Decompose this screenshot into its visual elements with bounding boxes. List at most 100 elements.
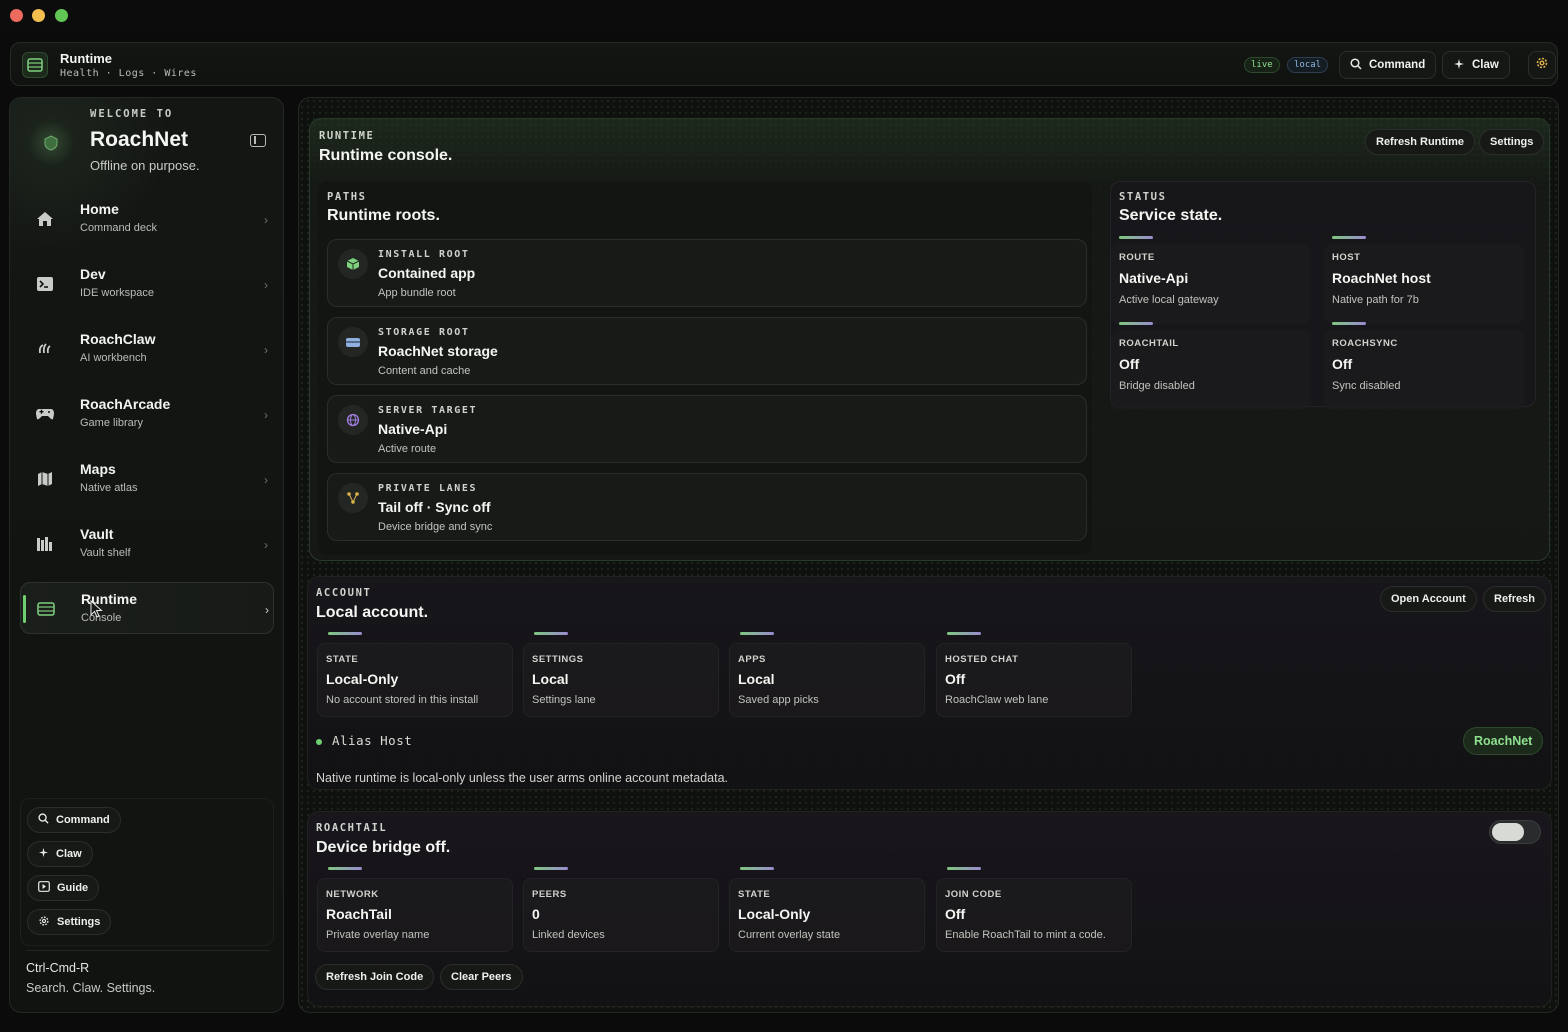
- roachtail-toggle[interactable]: [1489, 820, 1541, 844]
- account-card-state: STATE Local-Only No account stored in th…: [317, 632, 513, 717]
- runtime-title: Runtime console.: [319, 147, 453, 164]
- path-row-server-target[interactable]: SERVER TARGET Native-Api Active route: [327, 395, 1087, 463]
- open-account-button[interactable]: Open Account: [1380, 586, 1477, 612]
- path-eyebrow: PRIVATE LANES: [378, 483, 478, 494]
- quick-command-button[interactable]: Command: [27, 807, 121, 833]
- path-value: Tail off · Sync off: [378, 499, 491, 515]
- settings-button[interactable]: [1528, 51, 1556, 79]
- command-button-label: Command: [1369, 59, 1426, 71]
- sidebar-item-home[interactable]: Home Command deck ›: [20, 193, 274, 245]
- accent-bar: [1119, 322, 1153, 325]
- quick-guide-button[interactable]: Guide: [27, 875, 100, 901]
- sidebar-item-maps[interactable]: Maps Native atlas ›: [20, 453, 274, 505]
- sidebar-item-vault[interactable]: Vault Vault shelf ›: [20, 518, 274, 570]
- server-icon: [35, 598, 57, 620]
- paths-section: PATHS Runtime roots. INSTALL ROOT Contai…: [318, 181, 1092, 555]
- accent-bar: [947, 632, 981, 635]
- accent-bar: [328, 632, 362, 635]
- sparkle-icon: [1453, 58, 1465, 73]
- books-icon: [34, 533, 56, 555]
- brand-tagline: Offline on purpose.: [90, 158, 200, 173]
- claw-icon: [34, 338, 56, 360]
- sidebar-item-roachclaw[interactable]: RoachClaw AI workbench ›: [20, 323, 274, 375]
- accent-bar: [1332, 322, 1366, 325]
- runtime-eyebrow: RUNTIME: [319, 130, 375, 142]
- sidebar-item-dev[interactable]: Dev IDE workspace ›: [20, 258, 274, 310]
- zoom-window-button[interactable]: [55, 9, 68, 22]
- nodes-icon: [338, 483, 368, 513]
- status-title: Service state.: [1119, 207, 1223, 224]
- sidebar-item-sub: Vault shelf: [80, 547, 131, 559]
- alias-host-badge: RoachNet: [1463, 727, 1544, 755]
- account-note: Native runtime is local-only unless the …: [316, 771, 729, 785]
- clear-peers-button[interactable]: Clear Peers: [440, 964, 523, 990]
- account-card-desc: RoachClaw web lane: [945, 694, 1049, 706]
- accent-bar: [947, 867, 981, 870]
- top-header: Runtime Health · Logs · Wires live local…: [10, 42, 1558, 86]
- account-card-value: Off: [945, 671, 966, 687]
- sidebar-item-roacharcade[interactable]: RoachArcade Game library ›: [20, 388, 274, 440]
- divider: [26, 950, 270, 951]
- refresh-runtime-button[interactable]: Refresh Runtime: [1365, 129, 1476, 155]
- account-card-eyebrow: HOSTED CHAT: [945, 654, 1019, 665]
- roachnet-logo: [28, 120, 74, 166]
- close-window-button[interactable]: [10, 9, 23, 22]
- roachtail-card-eyebrow: PEERS: [532, 889, 567, 900]
- status-card-host: HOST RoachNet host Native path for 7b: [1324, 236, 1524, 324]
- accent-bar: [1332, 236, 1366, 239]
- play-icon: [38, 881, 50, 895]
- sidebar-item-label: Home: [80, 201, 119, 217]
- chevron-right-icon: ›: [264, 213, 268, 227]
- hotkey-hint: Search. Claw. Settings.: [26, 981, 156, 995]
- alias-host-label: Alias Host: [332, 733, 413, 748]
- claw-button[interactable]: Claw: [1442, 51, 1510, 79]
- quick-claw-label: Claw: [56, 848, 82, 860]
- path-eyebrow: INSTALL ROOT: [378, 249, 470, 260]
- roachtail-card-value: RoachTail: [326, 906, 392, 922]
- quick-settings-button[interactable]: Settings: [27, 909, 112, 935]
- path-row-install-root[interactable]: INSTALL ROOT Contained app App bundle ro…: [327, 239, 1087, 307]
- quick-guide-label: Guide: [57, 882, 89, 894]
- roachtail-card-value: Off: [945, 906, 966, 922]
- sidebar-item-sub: Command deck: [80, 222, 158, 234]
- account-panel: ACCOUNT Local account. Open Account Refr…: [307, 576, 1552, 790]
- sidebar-item-sub: IDE workspace: [80, 287, 154, 299]
- account-card-desc: Settings lane: [532, 694, 596, 706]
- path-row-private-lanes[interactable]: PRIVATE LANES Tail off · Sync off Device…: [327, 473, 1087, 541]
- runtime-settings-button[interactable]: Settings: [1479, 129, 1545, 155]
- path-desc: Active route: [378, 443, 437, 455]
- runtime-panel: RUNTIME Runtime console. Refresh Runtime…: [309, 118, 1550, 561]
- sidebar-item-runtime[interactable]: Runtime Console ›: [20, 582, 274, 634]
- gear-icon: [38, 915, 50, 930]
- accent-bar: [1119, 236, 1153, 239]
- sidebar: WELCOME TO RoachNet Offline on purpose. …: [9, 97, 284, 1013]
- accent-bar: [534, 867, 568, 870]
- chevron-right-icon: ›: [264, 343, 268, 357]
- path-desc: Content and cache: [378, 365, 471, 377]
- sidebar-item-sub: AI workbench: [80, 352, 147, 364]
- account-refresh-button[interactable]: Refresh: [1483, 586, 1546, 612]
- sidebar-item-sub: Game library: [80, 417, 143, 429]
- page-title: Runtime: [60, 51, 112, 66]
- path-row-storage-root[interactable]: STORAGE ROOT RoachNet storage Content an…: [327, 317, 1087, 385]
- account-card-apps: APPS Local Saved app picks: [729, 632, 925, 717]
- sidebar-item-label: RoachClaw: [80, 331, 156, 347]
- status-card-eyebrow: ROUTE: [1119, 252, 1155, 263]
- refresh-join-code-button[interactable]: Refresh Join Code: [315, 964, 435, 990]
- welcome-label: WELCOME TO: [90, 108, 174, 120]
- sidebar-toggle-icon[interactable]: [250, 134, 266, 147]
- live-badge: live: [1244, 57, 1280, 73]
- status-card-value: Native-Api: [1119, 270, 1189, 286]
- account-card-eyebrow: APPS: [738, 654, 766, 665]
- sidebar-item-label: Dev: [80, 266, 106, 282]
- roachtail-card-desc: Linked devices: [532, 929, 605, 941]
- command-button[interactable]: Command: [1339, 51, 1437, 79]
- roachtail-panel: ROACHTAIL Device bridge off. NETWORK Roa…: [307, 811, 1552, 1007]
- roachtail-card-value: Local-Only: [738, 906, 811, 922]
- minimize-window-button[interactable]: [32, 9, 45, 22]
- roachtail-card-value: 0: [532, 906, 540, 922]
- status-card-value: Off: [1119, 356, 1140, 372]
- status-card-roachsync: ROACHSYNC Off Sync disabled: [1324, 322, 1524, 410]
- quick-claw-button[interactable]: Claw: [27, 841, 93, 867]
- paths-eyebrow: PATHS: [327, 191, 367, 203]
